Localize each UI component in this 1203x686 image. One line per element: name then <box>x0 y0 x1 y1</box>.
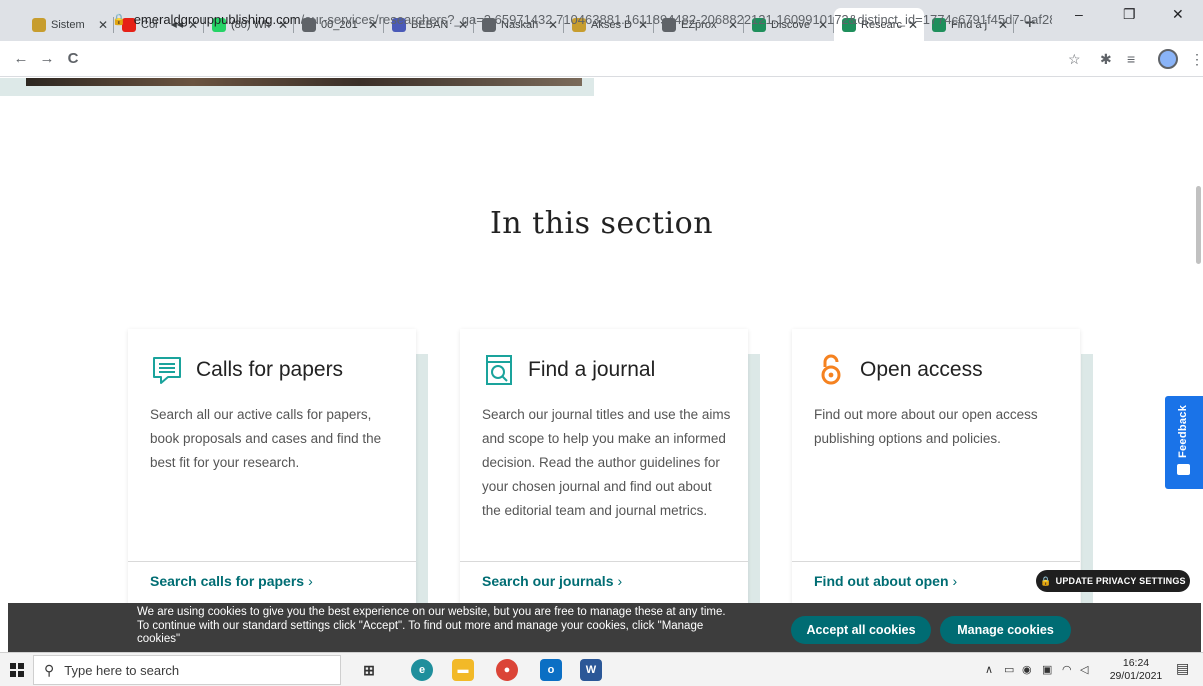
tab-favicon-icon <box>32 17 46 32</box>
reload-icon[interactable]: C <box>60 50 86 67</box>
card-description: Find out more about our open access publ… <box>814 407 1038 446</box>
card-description: Search all our active calls for papers, … <box>150 407 382 470</box>
taskbar-clock[interactable]: 16:24 29/01/2021 <box>1106 657 1166 683</box>
windows-start-icon[interactable] <box>10 663 24 677</box>
edge-icon[interactable]: e <box>411 659 433 681</box>
maximize-icon[interactable]: ❐ <box>1123 6 1136 23</box>
open-lock-icon <box>814 353 848 387</box>
forward-icon[interactable]: → <box>34 50 60 67</box>
tray-chevron-icon[interactable]: ∧ <box>985 663 993 676</box>
divider <box>792 561 1080 562</box>
card-description: Search our journal titles and use the ai… <box>482 407 731 518</box>
accept-all-cookies-button[interactable]: Accept all cookies <box>791 616 931 644</box>
card-title: Find a journal <box>528 358 656 381</box>
feedback-icon <box>1177 464 1190 475</box>
tab-title: Sistem <box>51 18 85 31</box>
card-title: Open access <box>860 358 983 381</box>
lock-icon: 🔒 <box>1040 575 1052 586</box>
file-explorer-icon[interactable]: ▬ <box>452 659 474 681</box>
browser-toolbar: ← → C <box>0 41 1203 77</box>
manage-cookies-button[interactable]: Manage cookies <box>940 616 1071 644</box>
chevron-right-icon: › <box>617 573 623 589</box>
feedback-tab[interactable]: Feedback <box>1165 396 1203 489</box>
minimize-icon[interactable]: – <box>1075 6 1083 22</box>
update-privacy-settings-button[interactable]: 🔒 UPDATE PRIVACY SETTINGS <box>1036 570 1190 592</box>
menu-icon[interactable]: ⋮ <box>1190 51 1203 68</box>
hero-image <box>26 78 582 86</box>
tab-close-icon[interactable]: ✕ <box>98 18 108 32</box>
back-icon[interactable]: ← <box>8 50 34 67</box>
card-title: Calls for papers <box>196 358 344 381</box>
address-bar[interactable]: 🔒 emeraldgrouppublishing.com /our-servic… <box>112 8 1052 30</box>
divider <box>460 561 748 562</box>
profile-avatar[interactable] <box>1158 49 1178 69</box>
card-accent <box>1081 354 1093 604</box>
word-icon[interactable]: W <box>580 659 602 681</box>
chrome-icon[interactable]: ● <box>496 659 518 681</box>
windows-taskbar: ⚲ Type here to search ⊞ e ▬ ● o W ∧ ▭ ◉ … <box>0 652 1203 686</box>
search-calls-link[interactable]: Search calls for papers › <box>150 573 313 589</box>
tray-app-icon[interactable]: ◉ <box>1022 663 1032 676</box>
notifications-icon[interactable]: ▤ <box>1176 660 1189 677</box>
battery-icon: ▭ <box>1004 664 1015 676</box>
bookmark-star-icon[interactable]: ☆ <box>1068 51 1081 68</box>
outlook-icon[interactable]: o <box>540 659 562 681</box>
chevron-right-icon: › <box>308 573 313 589</box>
taskbar-search-input[interactable]: ⚲ Type here to search <box>33 655 341 685</box>
browser-tab[interactable]: Sistem ✕ <box>24 8 114 41</box>
url-host: emeraldgrouppublishing.com <box>133 11 301 27</box>
task-view-icon[interactable]: ⊞ <box>358 659 380 681</box>
cookie-banner: We are using cookies to give you the bes… <box>8 603 1201 652</box>
divider <box>128 561 416 562</box>
document-lines-icon <box>150 353 184 387</box>
reading-list-icon[interactable]: ≡ <box>1127 51 1135 67</box>
card-find-a-journal: Find a journal Search our journal titles… <box>460 329 748 604</box>
web-page: In this section Calls for papers Search … <box>0 78 1203 604</box>
lock-icon: 🔒 <box>112 13 126 26</box>
volume-icon[interactable]: ◁ <box>1080 663 1088 676</box>
tray-display-icon[interactable]: ▣ <box>1042 663 1052 676</box>
wifi-icon[interactable]: ◠ <box>1062 663 1072 676</box>
url-path: /our-services/researchers?_ga=2.65971432… <box>300 11 1052 27</box>
card-accent <box>416 354 428 604</box>
section-title: In this section <box>489 206 714 241</box>
journal-search-icon <box>482 353 516 387</box>
card-open-access: Open access Find out more about our open… <box>792 329 1080 604</box>
feedback-label: Feedback <box>1177 404 1189 458</box>
card-calls-for-papers: Calls for papers Search all our active c… <box>128 329 416 604</box>
screen: Sistem ✕ Col ◀◀ ✕ (80) Wh ✕ 00_201 ✕ BEBAN ✕ Naskah… <box>0 0 1203 686</box>
extensions-icon[interactable]: ✱ <box>1100 51 1112 68</box>
search-journals-link[interactable]: Search our journals › <box>482 573 622 589</box>
close-icon[interactable]: ✕ <box>1172 6 1184 23</box>
chevron-right-icon: › <box>952 573 958 589</box>
card-accent <box>748 354 760 604</box>
search-icon: ⚲ <box>44 661 55 678</box>
find-open-access-link[interactable]: Find out about open › <box>814 573 957 589</box>
cookie-message: We are using cookies to give you the bes… <box>137 606 726 645</box>
